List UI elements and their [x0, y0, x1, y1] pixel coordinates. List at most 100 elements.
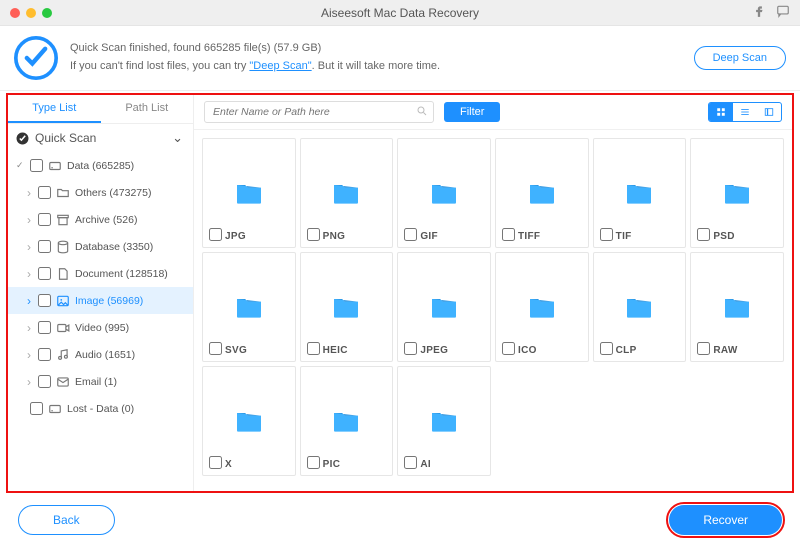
- grid-item[interactable]: TIFF: [495, 138, 589, 248]
- tree-item-label: Data (665285): [67, 160, 134, 172]
- tree-item-archive[interactable]: ›Archive (526): [8, 206, 193, 233]
- tree-item-label: Email (1): [75, 376, 117, 388]
- tab-path-list[interactable]: Path List: [101, 95, 194, 123]
- grid-item-label: TIF: [616, 231, 682, 242]
- grid-item[interactable]: SVG: [202, 252, 296, 362]
- content-panel: Filter JPG PNGGIFTIFF TIF PSD SVG HEICJPEGICO…: [194, 95, 792, 491]
- database-icon: [56, 240, 70, 254]
- status-size: 57.9 GB: [277, 42, 317, 54]
- tree-item-drive[interactable]: ✓Data (665285): [8, 152, 193, 179]
- grid-item-label: CLP: [616, 345, 682, 356]
- tree-checkbox[interactable]: [38, 267, 51, 280]
- grid-checkbox[interactable]: [404, 228, 417, 241]
- grid-item[interactable]: JPEG: [397, 252, 491, 362]
- grid-item-label: PSD: [713, 231, 779, 242]
- grid-item[interactable]: X: [202, 366, 296, 476]
- search-input[interactable]: [204, 101, 434, 123]
- tree-item-label: Video (995): [75, 322, 129, 334]
- tree-checkbox[interactable]: [38, 186, 51, 199]
- quick-scan-label: Quick Scan: [35, 131, 96, 145]
- tree-checkbox[interactable]: [38, 375, 51, 388]
- tree-item-label: Image (56969): [75, 295, 143, 307]
- tree-item-video[interactable]: ›Video (995): [8, 314, 193, 341]
- grid-checkbox[interactable]: [697, 342, 710, 355]
- tab-type-list[interactable]: Type List: [8, 95, 101, 123]
- grid-item[interactable]: RAW: [690, 252, 784, 362]
- grid-item-label: SVG: [225, 345, 291, 356]
- grid-item[interactable]: GIF: [397, 138, 491, 248]
- window-close-button[interactable]: [10, 8, 20, 18]
- grid-checkbox[interactable]: [404, 342, 417, 355]
- tree-item-email[interactable]: ›Email (1): [8, 368, 193, 395]
- grid-checkbox[interactable]: [307, 456, 320, 469]
- grid-checkbox[interactable]: [502, 228, 515, 241]
- recover-button[interactable]: Recover: [669, 505, 782, 535]
- tree-item-database[interactable]: ›Database (3350): [8, 233, 193, 260]
- tree-item-image[interactable]: › Image (56969): [8, 287, 193, 314]
- filter-button[interactable]: Filter: [444, 102, 500, 122]
- tree-checkbox[interactable]: [38, 213, 51, 226]
- folder-grid: JPG PNGGIFTIFF TIF PSD SVG HEICJPEGICO CLP RAW X…: [194, 130, 792, 491]
- tree-item-folder[interactable]: ›Others (473275): [8, 179, 193, 206]
- main-panel: Type List Path List Quick Scan ⌄ ✓Data (…: [6, 93, 794, 493]
- grid-item[interactable]: JPG: [202, 138, 296, 248]
- grid-checkbox[interactable]: [307, 342, 320, 355]
- grid-item[interactable]: AI: [397, 366, 491, 476]
- view-columns-button[interactable]: [757, 103, 781, 121]
- feedback-icon[interactable]: [776, 4, 790, 21]
- view-toggle: [708, 102, 782, 122]
- grid-item[interactable]: PSD: [690, 138, 784, 248]
- tree-item-document[interactable]: ›Document (128518): [8, 260, 193, 287]
- window-minimize-button[interactable]: [26, 8, 36, 18]
- folder-icon: [620, 177, 658, 209]
- grid-checkbox[interactable]: [307, 228, 320, 241]
- chevron-right-icon: ›: [22, 294, 36, 308]
- drive-icon: [48, 402, 62, 416]
- grid-checkbox[interactable]: [404, 456, 417, 469]
- folder-icon: [425, 405, 463, 437]
- grid-checkbox[interactable]: [600, 228, 613, 241]
- folder-icon: [230, 405, 268, 437]
- grid-checkbox[interactable]: [502, 342, 515, 355]
- grid-item[interactable]: PIC: [300, 366, 394, 476]
- tree-checkbox[interactable]: [38, 348, 51, 361]
- grid-item-label: JPG: [225, 231, 291, 242]
- grid-item-label: AI: [420, 459, 486, 470]
- tree-item-label: Database (3350): [75, 241, 153, 253]
- tree-item-label: Others (473275): [75, 187, 151, 199]
- tree-checkbox[interactable]: [30, 159, 43, 172]
- tree-checkbox[interactable]: [30, 402, 43, 415]
- grid-checkbox[interactable]: [209, 456, 222, 469]
- back-button[interactable]: Back: [18, 505, 115, 535]
- grid-item[interactable]: TIF: [593, 138, 687, 248]
- tree-checkbox[interactable]: [38, 321, 51, 334]
- view-list-button[interactable]: [733, 103, 757, 121]
- grid-item[interactable]: HEIC: [300, 252, 394, 362]
- tree-checkbox[interactable]: [38, 294, 51, 307]
- tree-item-audio[interactable]: ›Audio (1651): [8, 341, 193, 368]
- grid-item[interactable]: CLP: [593, 252, 687, 362]
- tree-checkbox[interactable]: [38, 240, 51, 253]
- tree-item-label: Archive (526): [75, 214, 137, 226]
- folder-icon: [718, 291, 756, 323]
- archive-icon: [56, 213, 70, 227]
- chevron-right-icon: ›: [22, 267, 36, 281]
- deep-scan-link[interactable]: "Deep Scan": [249, 60, 311, 72]
- check-circle-icon: [16, 132, 29, 145]
- facebook-icon[interactable]: [752, 4, 766, 21]
- grid-checkbox[interactable]: [600, 342, 613, 355]
- sidebar: Type List Path List Quick Scan ⌄ ✓Data (…: [8, 95, 194, 491]
- folder-icon: [327, 291, 365, 323]
- tree-item-drive[interactable]: Lost - Data (0): [8, 395, 193, 422]
- chevron-right-icon: ›: [22, 348, 36, 362]
- folder-icon: [718, 177, 756, 209]
- grid-item[interactable]: PNG: [300, 138, 394, 248]
- grid-checkbox[interactable]: [209, 228, 222, 241]
- grid-item[interactable]: ICO: [495, 252, 589, 362]
- window-maximize-button[interactable]: [42, 8, 52, 18]
- deep-scan-button[interactable]: Deep Scan: [694, 46, 786, 70]
- grid-checkbox[interactable]: [697, 228, 710, 241]
- grid-checkbox[interactable]: [209, 342, 222, 355]
- view-grid-button[interactable]: [709, 103, 733, 121]
- quick-scan-header[interactable]: Quick Scan ⌄: [8, 124, 193, 152]
